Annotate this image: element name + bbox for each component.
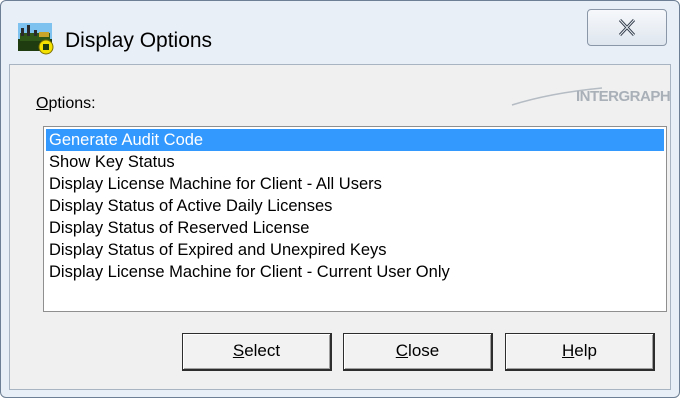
intergraph-logo: INTERGRAPH xyxy=(511,87,671,106)
list-item-license-machine-all-users[interactable]: Display License Machine for Client - All… xyxy=(46,173,664,195)
help-button-label: elp xyxy=(574,341,597,360)
app-icon xyxy=(18,23,54,55)
list-item-generate-audit-code[interactable]: Generate Audit Code xyxy=(46,129,664,151)
close-x-icon xyxy=(618,18,636,37)
list-item-active-daily-licenses[interactable]: Display Status of Active Daily Licenses xyxy=(46,195,664,217)
title-bar[interactable]: Display Options xyxy=(1,1,679,59)
list-item-license-machine-current-user[interactable]: Display License Machine for Client - Cur… xyxy=(46,261,664,283)
dialog-client-area: Options: INTERGRAPH Generate Audit Code … xyxy=(9,64,671,390)
help-button-accelerator: H xyxy=(562,341,575,360)
close-button-accelerator: C xyxy=(395,341,409,360)
select-button-accelerator: S xyxy=(232,341,245,360)
list-item-reserved-license[interactable]: Display Status of Reserved License xyxy=(46,217,664,239)
display-options-window: Display Options Options: INTERGRAPH Gene… xyxy=(0,0,680,398)
close-button-label: lose xyxy=(408,341,440,360)
close-button[interactable]: Close xyxy=(343,333,493,371)
select-button[interactable]: Select xyxy=(182,333,332,371)
options-label: Options: xyxy=(36,95,96,112)
list-item-show-key-status[interactable]: Show Key Status xyxy=(46,151,664,173)
window-close-button[interactable] xyxy=(587,9,667,46)
select-button-label: elect xyxy=(244,341,281,360)
window-title: Display Options xyxy=(65,29,213,52)
help-button[interactable]: Help xyxy=(505,333,655,371)
options-label-accelerator: O xyxy=(36,95,49,112)
options-listbox[interactable]: Generate Audit Code Show Key Status Disp… xyxy=(43,126,667,312)
svg-text:INTERGRAPH: INTERGRAPH xyxy=(576,88,670,105)
list-item-expired-unexpired-keys[interactable]: Display Status of Expired and Unexpired … xyxy=(46,239,664,261)
